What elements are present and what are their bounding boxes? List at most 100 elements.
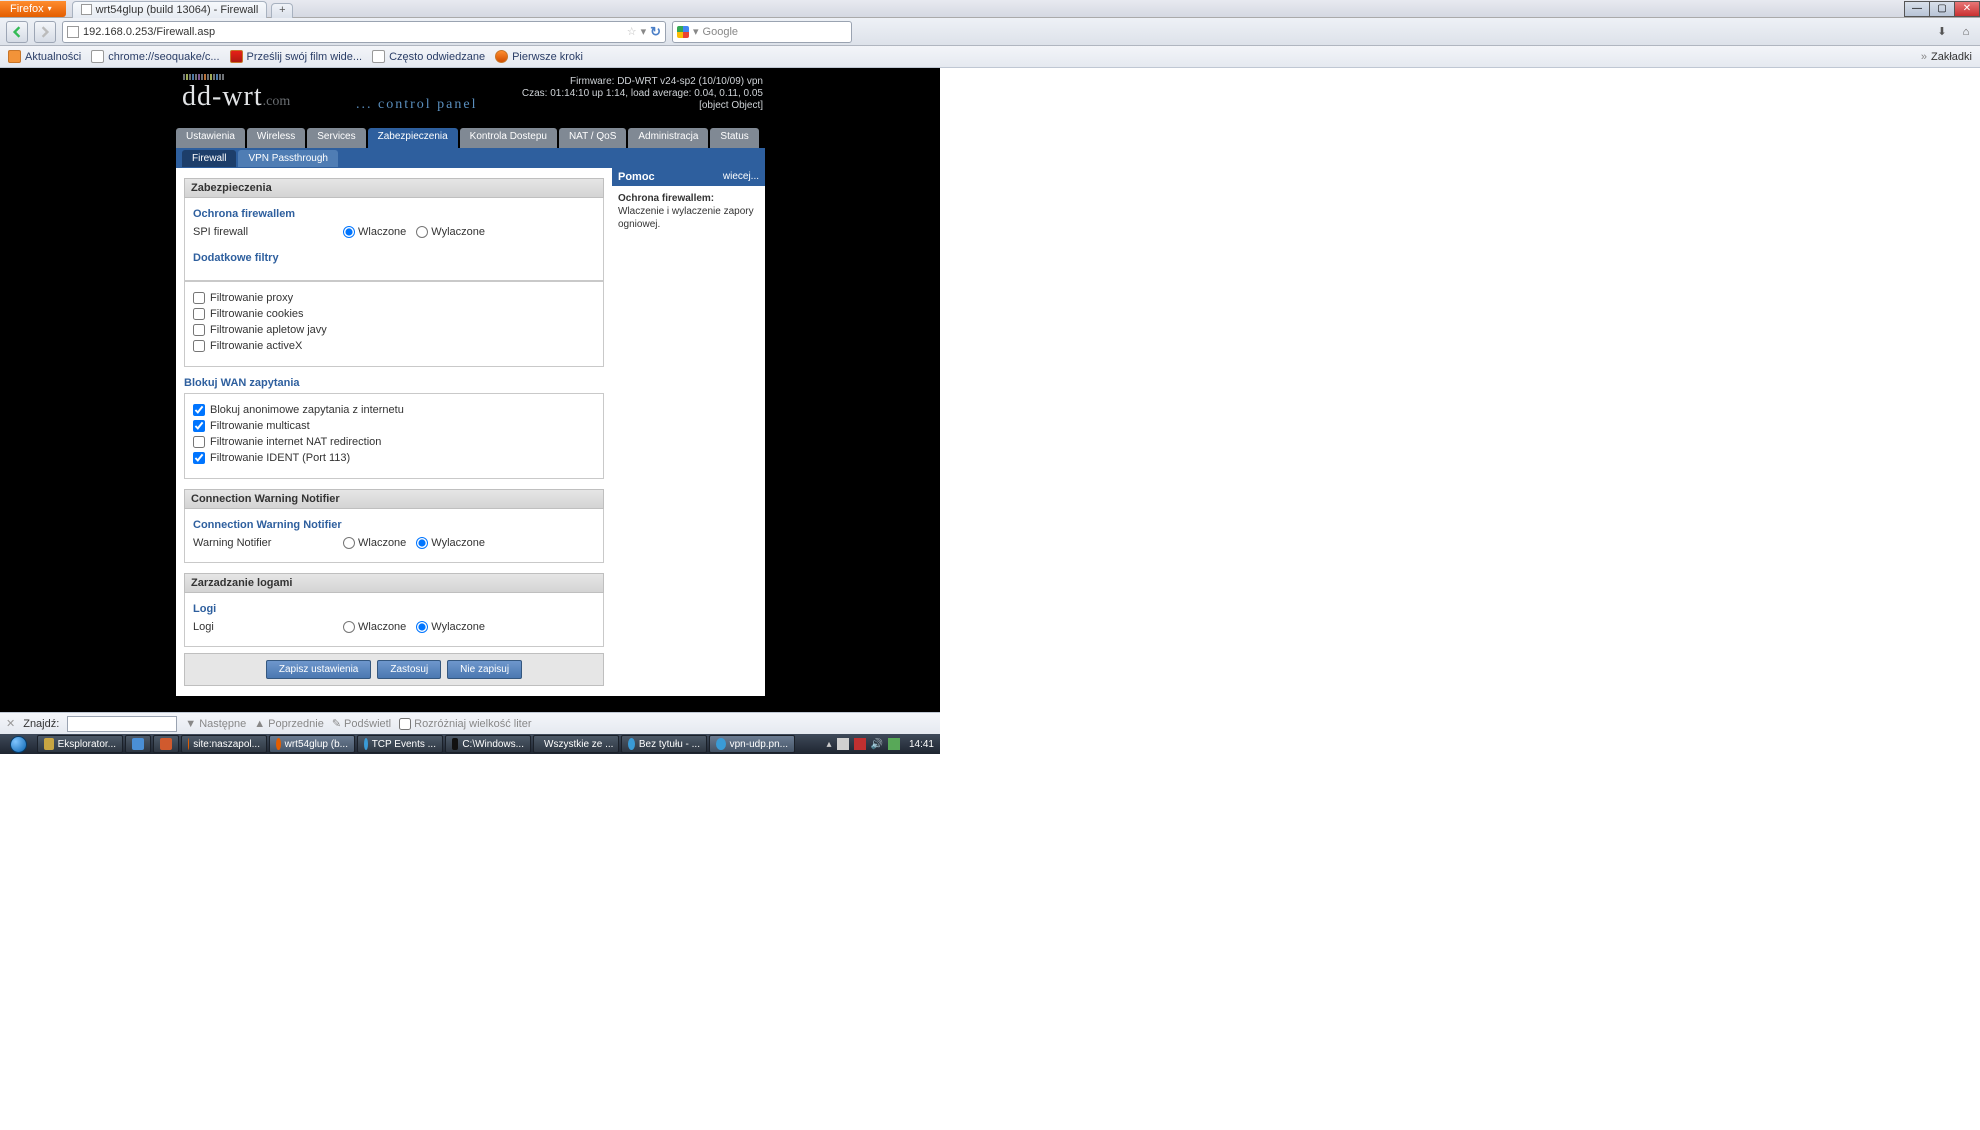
spi-off-radio[interactable]: Wylaczone xyxy=(416,226,485,238)
clock[interactable]: 14:41 xyxy=(909,739,934,750)
help-text: Wlaczenie i wylaczenie zapory ogniowej. xyxy=(618,206,754,230)
apply-button[interactable]: Zastosuj xyxy=(377,660,441,679)
logs-on-radio[interactable]: Wlaczone xyxy=(343,621,406,633)
save-button[interactable]: Zapisz ustawienia xyxy=(266,660,371,679)
reload-button[interactable]: ↻ xyxy=(650,24,661,40)
url-text: 192.168.0.253/Firewall.asp xyxy=(83,26,623,38)
button-bar: Zapisz ustawienia Zastosuj Nie zapisuj xyxy=(184,653,604,686)
taskbar-item[interactable]: Wszystkie ze ... xyxy=(533,735,619,753)
firefox-menu-button[interactable]: Firefox xyxy=(0,1,66,17)
windows-orb-icon xyxy=(10,736,27,753)
wan-natredir-checkbox[interactable]: Filtrowanie internet NAT redirection xyxy=(193,436,595,448)
tab-ustawienia[interactable]: Ustawienia xyxy=(176,128,245,148)
tray-icon[interactable] xyxy=(837,738,849,750)
cwn-off-radio[interactable]: Wylaczone xyxy=(416,537,485,549)
taskbar-item[interactable]: vpn-udp.pn... xyxy=(709,735,795,753)
bookmark-item[interactable]: Często odwiedzane xyxy=(372,50,485,63)
taskbar-item[interactable]: wrt54glup (b... xyxy=(269,735,355,753)
search-bar[interactable]: ▾ Google xyxy=(672,21,852,43)
taskbar-item[interactable] xyxy=(153,735,179,753)
subtab-firewall[interactable]: Firewall xyxy=(182,150,236,167)
sub-tabs: Firewall VPN Passthrough xyxy=(176,148,765,168)
help-sidebar: Pomoc wiecej... Ochrona firewallem: Wlac… xyxy=(612,168,765,696)
tab-natqos[interactable]: NAT / QoS xyxy=(559,128,626,148)
help-more-link[interactable]: wiecej... xyxy=(723,171,759,183)
dropdown-icon[interactable]: ▾ xyxy=(641,25,647,38)
find-input[interactable] xyxy=(67,716,177,732)
bookmarks-toolbar: Aktualności chrome://seoquake/c... Prześ… xyxy=(0,46,1980,68)
volume-icon[interactable]: 🔊 xyxy=(871,739,883,750)
bookmark-star-icon[interactable]: ☆ xyxy=(627,25,637,38)
find-highlight-button[interactable]: ✎ Podświetl xyxy=(332,717,391,730)
tab-zabezpieczenia[interactable]: Zabezpieczenia xyxy=(368,128,458,148)
filter-cookies-checkbox[interactable]: Filtrowanie cookies xyxy=(193,308,595,320)
tab-services[interactable]: Services xyxy=(307,128,365,148)
control-panel-label: ... control panel xyxy=(356,97,477,113)
downloads-button[interactable]: ⬇ xyxy=(1934,24,1950,40)
findbar-close-icon[interactable]: ✕ xyxy=(6,717,15,730)
spi-on-radio[interactable]: Wlaczone xyxy=(343,226,406,238)
taskbar-item[interactable]: Bez tytułu - ... xyxy=(621,735,707,753)
logo-dots xyxy=(183,74,224,80)
tray-icon[interactable] xyxy=(854,738,866,750)
tray-icon[interactable] xyxy=(888,738,900,750)
tab-title: wrt54glup (build 13064) - Firewall xyxy=(96,4,259,16)
section-header: Connection Warning Notifier xyxy=(184,489,604,509)
help-title: Ochrona firewallem: xyxy=(618,192,759,205)
bookmarks-menu-button[interactable]: »Zakładki xyxy=(1921,51,1972,63)
help-header: Pomoc wiecej... xyxy=(612,168,765,186)
find-case-checkbox[interactable]: Rozróżniaj wielkość liter xyxy=(399,718,531,730)
logs-off-radio[interactable]: Wylaczone xyxy=(416,621,485,633)
forward-button[interactable] xyxy=(34,21,56,43)
nav-toolbar: 192.168.0.253/Firewall.asp ☆ ▾ ↻ ▾ Googl… xyxy=(0,18,1980,46)
fieldset-title: Logi xyxy=(193,603,595,615)
section-header: Zarzadzanie logami xyxy=(184,573,604,593)
search-placeholder: Google xyxy=(703,26,738,38)
taskbar-item[interactable]: Eksplorator... xyxy=(37,735,123,753)
bookmark-item[interactable]: Pierwsze kroki xyxy=(495,50,583,63)
google-icon xyxy=(677,26,689,38)
bookmark-item[interactable]: chrome://seoquake/c... xyxy=(91,50,219,63)
wan-ident-checkbox[interactable]: Filtrowanie IDENT (Port 113) xyxy=(193,452,595,464)
warning-notifier-label: Warning Notifier xyxy=(193,537,343,549)
filter-proxy-checkbox[interactable]: Filtrowanie proxy xyxy=(193,292,595,304)
cwn-on-radio[interactable]: Wlaczone xyxy=(343,537,406,549)
tab-wireless[interactable]: Wireless xyxy=(247,128,305,148)
bookmark-item[interactable]: Aktualności xyxy=(8,50,81,63)
filter-java-checkbox[interactable]: Filtrowanie apletow javy xyxy=(193,324,595,336)
minimize-button[interactable]: — xyxy=(1904,1,1930,17)
tab-kontrola[interactable]: Kontrola Dostepu xyxy=(460,128,557,148)
tab-administracja[interactable]: Administracja xyxy=(628,128,708,148)
tray-expand-icon[interactable]: ▴ xyxy=(826,739,831,750)
home-button[interactable]: ⌂ xyxy=(1958,24,1974,40)
taskbar: Eksplorator... site:naszapol... wrt54glu… xyxy=(0,734,940,754)
taskbar-item[interactable]: C:\Windows... xyxy=(445,735,531,753)
taskbar-item[interactable] xyxy=(125,735,151,753)
find-prev-button[interactable]: ▲ Poprzednie xyxy=(254,718,324,730)
bookmark-item[interactable]: Prześlij swój film wide... xyxy=(230,50,363,63)
wan-anon-checkbox[interactable]: Blokuj anonimowe zapytania z internetu xyxy=(193,404,595,416)
subtab-vpn[interactable]: VPN Passthrough xyxy=(238,150,338,167)
new-tab-button[interactable]: + xyxy=(271,3,293,18)
maximize-button[interactable]: ▢ xyxy=(1929,1,1955,17)
tab-strip: wrt54glup (build 13064) - Firewall + xyxy=(72,0,294,18)
cancel-button[interactable]: Nie zapisuj xyxy=(447,660,522,679)
close-button[interactable]: ✕ xyxy=(1954,1,1980,17)
main-tabs: Ustawienia Wireless Services Zabezpiecze… xyxy=(176,128,765,148)
taskbar-item[interactable]: TCP Events ... xyxy=(357,735,443,753)
find-bar: ✕ Znajdź: ▼ Następne ▲ Poprzednie ✎ Podś… xyxy=(0,712,940,734)
wan-multicast-checkbox[interactable]: Filtrowanie multicast xyxy=(193,420,595,432)
url-bar[interactable]: 192.168.0.253/Firewall.asp ☆ ▾ ↻ xyxy=(62,21,666,43)
router-header: dd-wrt.com ... control panel Firmware: D… xyxy=(176,71,765,128)
fieldset-title: Blokuj WAN zapytania xyxy=(184,377,604,389)
page-icon xyxy=(81,4,92,15)
tab-status[interactable]: Status xyxy=(710,128,758,148)
back-button[interactable] xyxy=(6,21,28,43)
browser-tab[interactable]: wrt54glup (build 13064) - Firewall xyxy=(72,1,268,18)
start-button[interactable] xyxy=(0,734,36,754)
find-next-button[interactable]: ▼ Następne xyxy=(185,718,246,730)
fieldset-title: Dodatkowe filtry xyxy=(193,252,595,264)
filter-activex-checkbox[interactable]: Filtrowanie activeX xyxy=(193,340,595,352)
taskbar-item[interactable]: site:naszapol... xyxy=(181,735,267,753)
system-tray: ▴ 🔊 14:41 xyxy=(820,738,940,750)
